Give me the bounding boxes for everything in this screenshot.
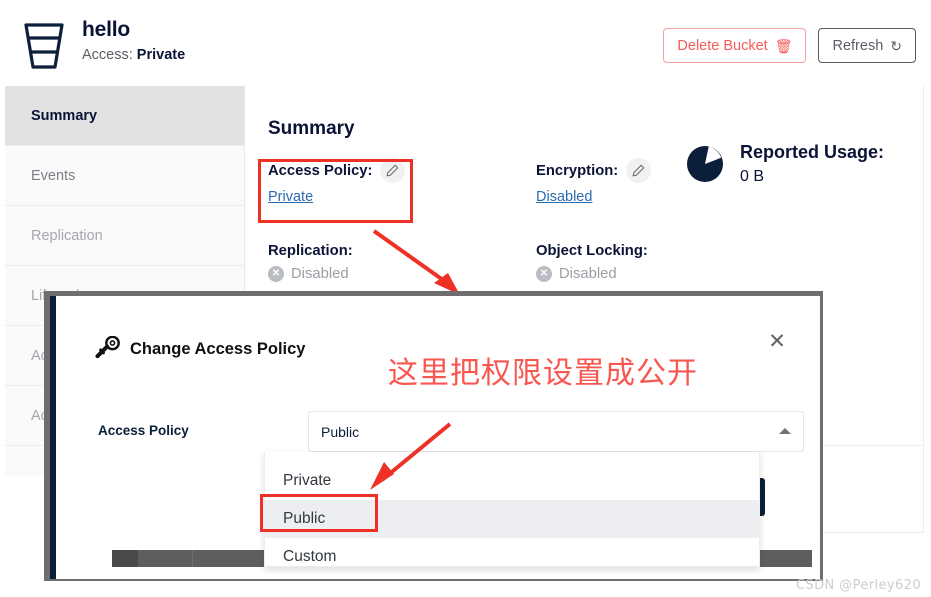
summary-heading: Summary bbox=[268, 118, 355, 139]
bucket-access-value: Private bbox=[136, 47, 186, 63]
refresh-icon: ↻ bbox=[890, 37, 902, 54]
pie-chart-icon bbox=[686, 145, 724, 183]
object-locking-label: Object Locking: bbox=[536, 243, 648, 259]
replication-label: Replication: bbox=[268, 243, 353, 259]
close-icon[interactable]: ✕ bbox=[764, 328, 790, 354]
dropdown-option-label: Private bbox=[283, 472, 332, 489]
modal-title: Change Access Policy bbox=[130, 340, 306, 358]
access-policy-select-value: Public bbox=[321, 423, 360, 440]
reported-usage-value: 0 B bbox=[740, 168, 765, 185]
reported-usage-text: Reported Usage: 0 B bbox=[740, 141, 884, 186]
delete-bucket-label: Delete Bucket bbox=[677, 37, 768, 54]
dropdown-option-private[interactable]: Private bbox=[265, 462, 759, 500]
bucket-access-label: Access: bbox=[82, 47, 133, 63]
summary-field-replication: Replication: ✕ Disabled bbox=[268, 243, 353, 282]
refresh-button[interactable]: Refresh ↻ bbox=[818, 28, 916, 63]
sidebar-item-events[interactable]: Events bbox=[5, 146, 244, 206]
dropdown-option-public[interactable]: Public bbox=[265, 500, 759, 538]
dropdown-option-label: Public bbox=[283, 510, 326, 527]
dropdown-top-padding bbox=[265, 452, 759, 462]
key-icon bbox=[94, 335, 120, 363]
page-header: hello Access: Private Delete Bucket 🗑 Re… bbox=[0, 0, 931, 86]
x-circle-icon: ✕ bbox=[268, 266, 284, 282]
access-policy-label: Access Policy: bbox=[268, 162, 373, 179]
access-policy-dropdown: Private Public Custom bbox=[264, 452, 760, 567]
summary-field-object-locking: Object Locking: ✕ Disabled bbox=[536, 243, 648, 282]
trash-icon: 🗑 bbox=[774, 37, 793, 54]
bucket-text-block: hello Access: Private bbox=[82, 14, 185, 65]
encryption-value[interactable]: Disabled bbox=[536, 189, 592, 205]
sidebar-item-label: Summary bbox=[31, 107, 98, 124]
annotation-chinese-note: 这里把权限设置成公开 bbox=[388, 356, 698, 391]
x-circle-icon: ✕ bbox=[536, 266, 552, 282]
reported-usage-label: Reported Usage: bbox=[740, 142, 885, 162]
replication-value-row: ✕ Disabled bbox=[268, 266, 353, 282]
pencil-icon[interactable] bbox=[626, 158, 652, 183]
summary-field-encryption: Encryption: Disabled bbox=[536, 158, 652, 205]
dropdown-option-custom[interactable]: Custom bbox=[265, 538, 759, 576]
access-policy-field-label: Access Policy bbox=[98, 423, 189, 438]
encryption-label: Encryption: bbox=[536, 162, 619, 179]
sidebar-item-label: Replication bbox=[31, 227, 103, 244]
access-policy-label-row: Access Policy: bbox=[268, 158, 406, 183]
summary-field-reported-usage: Reported Usage: 0 B bbox=[686, 141, 884, 186]
access-policy-select[interactable]: Public bbox=[308, 411, 804, 452]
pencil-icon[interactable] bbox=[380, 158, 406, 183]
bucket-access-line: Access: Private bbox=[82, 45, 185, 65]
replication-value: Disabled bbox=[291, 266, 349, 282]
scrollbar-divider bbox=[192, 550, 193, 567]
object-locking-value-row: ✕ Disabled bbox=[536, 266, 648, 282]
modal-header: Change Access Policy bbox=[94, 335, 306, 363]
encryption-label-row: Encryption: bbox=[536, 158, 652, 183]
page-title: hello bbox=[82, 18, 131, 41]
refresh-label: Refresh bbox=[832, 37, 884, 54]
sidebar-item-label: Events bbox=[31, 167, 76, 184]
sidebar-item-replication[interactable]: Replication bbox=[5, 206, 244, 266]
summary-field-access-policy: Access Policy: Private bbox=[268, 158, 406, 205]
watermark: CSDN @Perley620 bbox=[795, 578, 921, 593]
bucket-icon bbox=[18, 14, 70, 72]
object-locking-value: Disabled bbox=[559, 266, 617, 282]
delete-bucket-button[interactable]: Delete Bucket 🗑 bbox=[663, 28, 807, 63]
close-glyph: ✕ bbox=[768, 329, 786, 353]
sidebar-item-summary[interactable]: Summary bbox=[5, 86, 244, 146]
chevron-up-icon bbox=[779, 428, 791, 434]
bucket-identity: hello Access: Private bbox=[18, 14, 185, 72]
dropdown-option-label: Custom bbox=[283, 548, 337, 565]
access-policy-value[interactable]: Private bbox=[268, 189, 313, 205]
app-root: hello Access: Private Delete Bucket 🗑 Re… bbox=[0, 0, 931, 597]
header-actions: Delete Bucket 🗑 Refresh ↻ bbox=[663, 28, 916, 63]
scrollbar-thumb[interactable] bbox=[112, 550, 138, 567]
